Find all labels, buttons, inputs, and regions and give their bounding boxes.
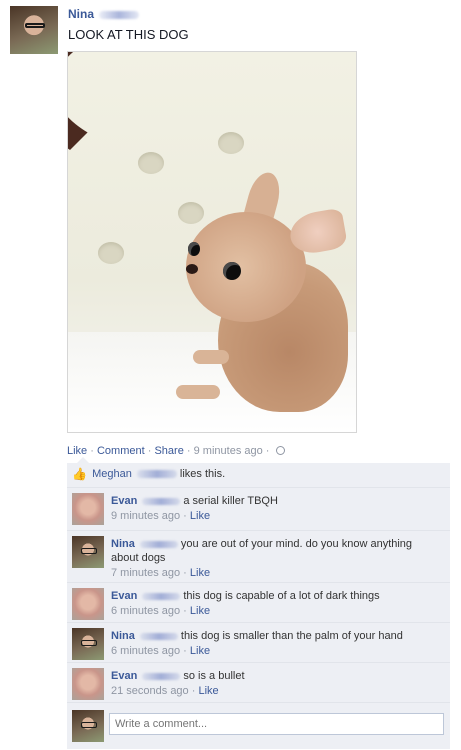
comment-item: Nina this dog is smaller than the palm o…	[67, 623, 450, 663]
commenter-name[interactable]: Evan	[111, 495, 181, 507]
dog-paw	[176, 385, 220, 399]
dog-eye	[223, 262, 241, 280]
commenter-name[interactable]: Evan	[111, 670, 181, 682]
comment-body: Nina you are out of your mind. do you kn…	[111, 537, 442, 565]
comment-body: Evan this dog is capable of a lot of dar…	[111, 589, 442, 603]
comment-text: this dog is capable of a lot of dark thi…	[183, 590, 380, 602]
post-timestamp[interactable]: 9 minutes ago	[194, 445, 263, 457]
thumbs-up-icon: 👍	[72, 467, 87, 481]
comment-body: Evan so is a bullet	[111, 669, 442, 683]
comment-like-link[interactable]: Like	[190, 645, 210, 657]
comment-time[interactable]: 7 minutes ago	[111, 567, 180, 579]
comment-text: so is a bullet	[183, 670, 245, 682]
author-name[interactable]: Nina	[68, 7, 140, 21]
author-first-name[interactable]: Nina	[68, 7, 94, 21]
commenter-name[interactable]: Nina	[111, 538, 178, 550]
comment-item: Evan this dog is capable of a lot of dar…	[67, 583, 450, 623]
likes-sentence: 👍 Meghan likes this.	[67, 457, 450, 488]
commenter-first-name[interactable]: Evan	[111, 670, 137, 682]
redacted-surname	[136, 470, 177, 479]
comment-time[interactable]: 6 minutes ago	[111, 605, 180, 617]
separator: ·	[90, 445, 97, 457]
share-link[interactable]: Share	[154, 445, 183, 457]
liker-first-name[interactable]: Meghan	[92, 468, 132, 480]
commenter-first-name[interactable]: Nina	[111, 538, 135, 550]
comment-text: this dog is smaller than the palm of you…	[180, 630, 403, 642]
comment-meta: 9 minutes ago · Like	[111, 510, 211, 522]
comment-time[interactable]: 6 minutes ago	[111, 645, 180, 657]
comment-link[interactable]: Comment	[97, 445, 145, 457]
dog-paw	[193, 350, 229, 364]
redacted-surname	[142, 592, 181, 600]
likes-text: likes this.	[179, 468, 226, 480]
commenter-avatar[interactable]	[72, 536, 104, 568]
comment-body: Evan a serial killer TBQH	[111, 494, 442, 508]
like-link[interactable]: Like	[67, 445, 87, 457]
redacted-surname	[139, 540, 178, 548]
commenter-name[interactable]: Nina	[111, 630, 178, 642]
comment-like-link[interactable]: Like	[190, 605, 210, 617]
commenter-avatar[interactable]	[72, 628, 104, 660]
comment-meta: 21 seconds ago · Like	[111, 685, 219, 697]
comment-like-link[interactable]: Like	[198, 685, 218, 697]
status-text: LOOK AT THIS DOG	[68, 27, 189, 42]
comment-item: Nina you are out of your mind. do you kn…	[67, 531, 450, 583]
redacted-surname	[142, 497, 181, 505]
redacted-surname	[142, 672, 181, 680]
comment-text: a serial killer TBQH	[183, 495, 278, 507]
comment-composer	[67, 703, 450, 749]
comment-item: Evan so is a bullet 21 seconds ago · Lik…	[67, 663, 450, 703]
comment-meta: 7 minutes ago · Like	[111, 567, 211, 579]
chihuahua-image	[68, 52, 356, 432]
globe-icon[interactable]	[275, 446, 285, 455]
feedback-panel: 👍 Meghan likes this. Evan a serial kille…	[67, 457, 450, 749]
dog-head	[186, 212, 306, 322]
comment-time[interactable]: 9 minutes ago	[111, 510, 180, 522]
avatar-glasses	[25, 23, 45, 28]
commenter-name[interactable]: Evan	[111, 590, 181, 602]
liker-name[interactable]: Meghan	[92, 468, 177, 480]
commenter-first-name[interactable]: Evan	[111, 590, 137, 602]
author-avatar[interactable]	[10, 6, 58, 54]
dog-nose	[186, 264, 198, 274]
commenter-first-name[interactable]: Nina	[111, 630, 135, 642]
separator: ·	[186, 445, 194, 457]
dog-eye	[188, 242, 200, 256]
commenter-avatar[interactable]	[72, 493, 104, 525]
commenter-avatar[interactable]	[72, 588, 104, 620]
composer-avatar	[72, 710, 104, 742]
comment-like-link[interactable]: Like	[190, 510, 210, 522]
comment-input[interactable]	[109, 713, 444, 735]
comment-item: Evan a serial killer TBQH 9 minutes ago …	[67, 488, 450, 531]
comment-like-link[interactable]: Like	[190, 567, 210, 579]
comment-meta: 6 minutes ago · Like	[111, 645, 211, 657]
comment-body: Nina this dog is smaller than the palm o…	[111, 629, 442, 643]
separator: ·	[265, 445, 273, 457]
avatar-photo	[10, 6, 58, 54]
comment-meta: 6 minutes ago · Like	[111, 605, 211, 617]
comment-time[interactable]: 21 seconds ago	[111, 685, 189, 697]
post-photo[interactable]	[67, 51, 357, 433]
commenter-avatar[interactable]	[72, 668, 104, 700]
feed-story: Nina LOOK AT THIS DOG Like · Comment · S…	[0, 0, 461, 750]
commenter-first-name[interactable]: Evan	[111, 495, 137, 507]
story-actions: Like · Comment · Share · 9 minutes ago ·	[67, 445, 285, 457]
redacted-surname	[99, 10, 140, 19]
redacted-surname	[139, 632, 178, 640]
